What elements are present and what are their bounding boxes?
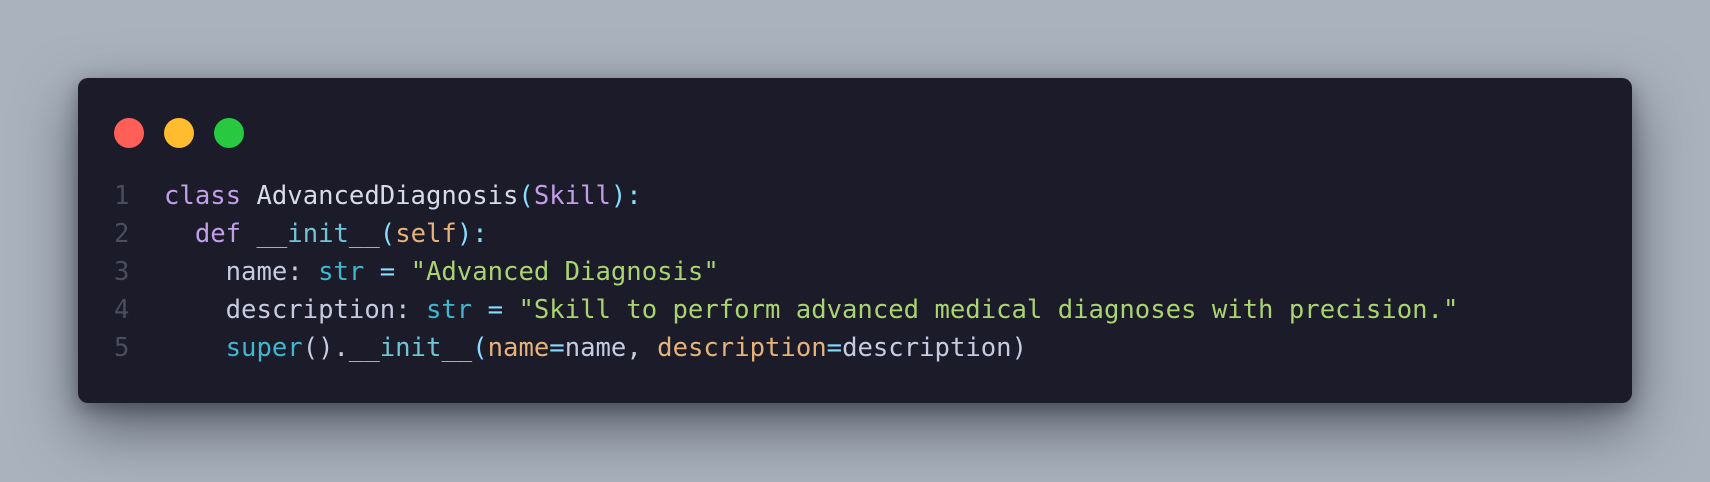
- variable-token: name: [564, 333, 627, 363]
- indent-token: [164, 333, 226, 363]
- operator-token: =: [472, 295, 519, 325]
- line-number: 4: [114, 295, 130, 325]
- punctuation-token: ):: [610, 181, 642, 211]
- code-window: 1 class AdvancedDiagnosis(Skill): 2 def …: [78, 78, 1632, 403]
- parameter-token: name: [487, 333, 550, 363]
- line-number: 5: [114, 333, 130, 363]
- function-token: __init__: [348, 333, 473, 363]
- line-number: 3: [114, 257, 130, 287]
- function-token: __init__: [256, 219, 380, 249]
- code-text: description: str = "Skill to perform adv…: [164, 291, 1459, 329]
- operator-token: =: [364, 257, 411, 287]
- type-token: str: [425, 295, 473, 325]
- punctuation-token: ().: [302, 333, 349, 363]
- code-line: 4 description: str = "Skill to perform a…: [114, 291, 1458, 329]
- string-token: "Advanced Diagnosis": [410, 257, 719, 287]
- punctuation-token: :: [395, 295, 426, 325]
- parameter-token: description: [657, 333, 827, 363]
- variable-token: description: [225, 295, 396, 325]
- base-class-token: Skill: [533, 181, 611, 211]
- code-line: 3 name: str = "Advanced Diagnosis": [114, 253, 1458, 291]
- line-number: 2: [114, 219, 130, 249]
- punctuation-token: (: [518, 181, 534, 211]
- code-text: super().__init__(name=name, description=…: [164, 329, 1027, 367]
- punctuation-token: (: [472, 333, 488, 363]
- self-token: self: [395, 219, 457, 249]
- variable-token: name: [225, 257, 288, 287]
- zoom-button[interactable]: [214, 118, 244, 148]
- code-line: 5 super().__init__(name=name, descriptio…: [114, 329, 1458, 367]
- class-name-token: AdvancedDiagnosis: [256, 181, 519, 211]
- operator-token: =: [549, 333, 565, 363]
- string-token: "Skill to perform advanced medical diagn…: [518, 295, 1459, 325]
- function-token: super: [225, 333, 303, 363]
- keyword-token: def: [194, 219, 242, 249]
- type-token: str: [318, 257, 365, 287]
- punctuation-token: ): [1011, 333, 1027, 363]
- punctuation-token: ,: [626, 333, 658, 363]
- indent-token: [164, 295, 226, 325]
- close-button[interactable]: [114, 118, 144, 148]
- indent-token: [164, 219, 195, 249]
- code-text: name: str = "Advanced Diagnosis": [164, 253, 719, 291]
- window-controls: [114, 118, 244, 148]
- line-number: 1: [114, 181, 130, 211]
- variable-token: description: [842, 333, 1012, 363]
- indent-token: [164, 257, 226, 287]
- code-line: 2 def __init__(self):: [114, 215, 1458, 253]
- punctuation-token: :: [287, 257, 319, 287]
- keyword-token: class: [164, 181, 242, 211]
- code-line: 1 class AdvancedDiagnosis(Skill):: [114, 177, 1458, 215]
- code-block: 1 class AdvancedDiagnosis(Skill): 2 def …: [114, 177, 1458, 367]
- punctuation-token: ):: [456, 219, 488, 249]
- operator-token: =: [826, 333, 843, 363]
- code-text: def __init__(self):: [164, 215, 488, 253]
- punctuation-token: (: [379, 219, 396, 249]
- code-text: class AdvancedDiagnosis(Skill):: [164, 177, 642, 215]
- minimize-button[interactable]: [164, 118, 194, 148]
